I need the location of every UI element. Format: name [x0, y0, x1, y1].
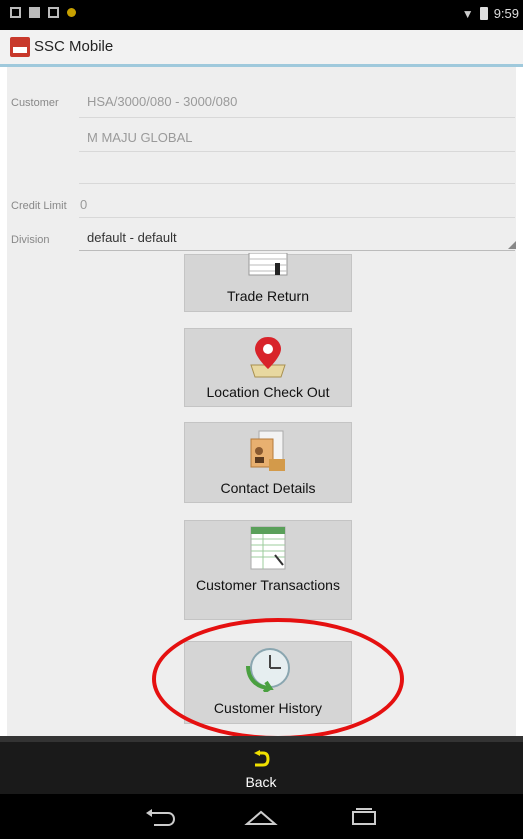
location-check-out-tile[interactable]: Location Check Out [184, 328, 352, 407]
wifi-icon: ▼ [461, 6, 474, 21]
notification-dot-icon [67, 8, 76, 17]
back-arrow-icon [254, 750, 270, 767]
clock-history-icon [246, 648, 290, 692]
trade-return-label: Trade Return [227, 288, 309, 304]
credit-limit-label: Credit Limit [11, 200, 67, 212]
credit-limit-value: 0 [80, 197, 88, 212]
division-underline [79, 250, 515, 251]
customer-history-label: Customer History [213, 700, 323, 716]
status-time: 9:59 [493, 6, 519, 21]
nav-recents-icon[interactable] [344, 804, 384, 830]
trade-return-icon [248, 253, 288, 276]
app-title: SSC Mobile [34, 38, 114, 55]
sd-card-icon [29, 7, 40, 18]
customer-code-field: HSA/3000/080 - 3000/080 [87, 94, 238, 109]
battery-icon [479, 7, 488, 20]
location-check-out-label: Location Check Out [206, 384, 330, 400]
bottom-action-bar: Back [0, 736, 523, 794]
back-label: Back [245, 774, 277, 790]
customer-screen[interactable]: Customer HSA/3000/080 - 3000/080 M MAJU … [7, 67, 516, 736]
trade-return-tile[interactable]: Trade Return [184, 253, 352, 312]
screenshot-icon [10, 7, 21, 18]
contact-details-tile[interactable]: Contact Details [184, 422, 352, 503]
location-pin-icon [250, 337, 286, 378]
field-divider [79, 117, 515, 118]
image-icon [48, 7, 59, 18]
customer-name-field: M MAJU GLOBAL [87, 130, 193, 145]
field-divider [79, 151, 515, 152]
customer-history-tile[interactable]: Customer History [184, 641, 352, 724]
contact-details-icon [250, 430, 285, 471]
transactions-sheet-icon [250, 526, 286, 570]
navigation-bar [0, 794, 523, 839]
back-button[interactable]: Back [236, 750, 286, 794]
customer-transactions-label: Customer Transactions [196, 577, 340, 593]
app-bar: SSC Mobile [0, 30, 523, 67]
status-icons-right: ▼ 9:59 [462, 6, 519, 21]
customer-label: Customer [11, 97, 59, 109]
contact-details-label: Contact Details [220, 480, 316, 496]
ssc-logo-icon [10, 37, 30, 57]
division-spinner[interactable]: default - default [87, 230, 177, 245]
status-bar: ▼ 9:59 [0, 0, 523, 30]
customer-transactions-tile[interactable]: Customer Transactions [184, 520, 352, 620]
nav-back-icon[interactable] [140, 804, 180, 830]
field-divider [79, 217, 515, 218]
nav-home-icon[interactable] [241, 804, 281, 830]
status-icons-left [10, 7, 76, 18]
field-divider [79, 183, 515, 184]
spinner-arrow-icon [508, 241, 516, 249]
division-label: Division [11, 234, 50, 246]
